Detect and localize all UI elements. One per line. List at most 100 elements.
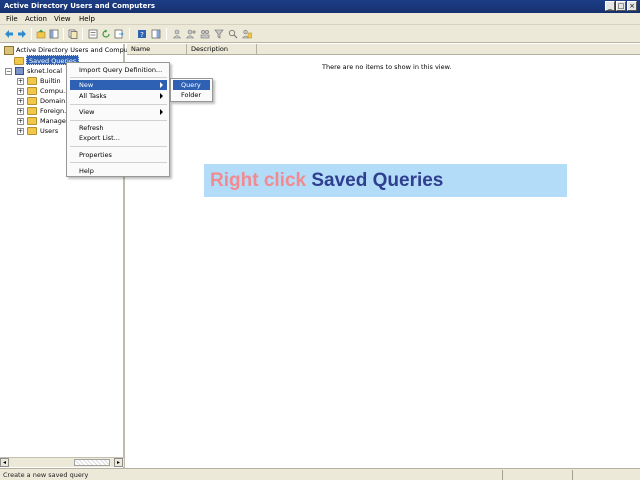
callout-text: Right click Saved Queries bbox=[210, 170, 443, 192]
folder-icon bbox=[27, 87, 37, 95]
submenu-item-label: Folder bbox=[181, 91, 202, 99]
empty-list-message: There are no items to show in this view. bbox=[322, 63, 452, 71]
expand-expander[interactable]: + bbox=[17, 108, 24, 115]
menu-separator bbox=[70, 162, 167, 163]
minimize-button[interactable]: _ bbox=[605, 1, 615, 11]
menu-separator bbox=[70, 146, 167, 147]
back-icon[interactable] bbox=[4, 29, 14, 39]
properties-icon[interactable] bbox=[88, 29, 98, 39]
collapse-expander[interactable]: − bbox=[5, 68, 12, 75]
folder-icon bbox=[27, 117, 37, 125]
callout-target: Saved Queries bbox=[311, 170, 444, 191]
tree-item-label: Compu... bbox=[40, 87, 70, 95]
instruction-callout: Right click Saved Queries bbox=[204, 164, 567, 197]
tree-item-domain-label: sknet.local bbox=[27, 67, 63, 75]
menu-item-help[interactable]: Help bbox=[70, 166, 167, 176]
submenu-item-query[interactable]: Query bbox=[173, 80, 210, 90]
menu-item-label: Import Query Definition... bbox=[79, 66, 163, 74]
status-segment bbox=[502, 470, 572, 480]
close-button[interactable]: × bbox=[627, 1, 637, 11]
filter-icon[interactable] bbox=[214, 29, 224, 39]
folder-icon bbox=[27, 127, 37, 135]
add-to-group-icon[interactable] bbox=[242, 29, 252, 39]
menu-item-import-query-definition[interactable]: Import Query Definition... bbox=[70, 65, 167, 75]
forward-icon[interactable] bbox=[17, 29, 27, 39]
menu-item-label: View bbox=[79, 108, 95, 116]
list-header: Name Description bbox=[127, 44, 640, 55]
tree-item-root-label: Active Directory Users and Compu... bbox=[16, 46, 135, 54]
submenu-item-label: Query bbox=[181, 81, 201, 89]
context-menu: Import Query Definition... New All Tasks… bbox=[66, 62, 170, 177]
menu-view[interactable]: View bbox=[54, 15, 71, 23]
menu-item-label: Help bbox=[79, 167, 94, 175]
menu-item-label: All Tasks bbox=[79, 92, 107, 100]
menu-action[interactable]: Action bbox=[25, 15, 47, 23]
status-bar: Create a new saved query bbox=[0, 468, 640, 480]
menu-item-all-tasks[interactable]: All Tasks bbox=[70, 91, 167, 101]
menu-item-properties[interactable]: Properties bbox=[70, 150, 167, 160]
tree-horizontal-scrollbar[interactable]: ◂ ▸ bbox=[0, 457, 124, 467]
toolbar-separator bbox=[31, 28, 32, 40]
callout-action: Right click bbox=[210, 170, 312, 191]
expand-expander[interactable]: + bbox=[17, 88, 24, 95]
folder-icon bbox=[27, 97, 37, 105]
submenu-arrow-icon bbox=[160, 82, 163, 88]
active-directory-icon bbox=[4, 46, 14, 55]
folder-icon bbox=[27, 77, 37, 85]
menu-separator bbox=[70, 104, 167, 105]
refresh-icon[interactable] bbox=[101, 29, 111, 39]
title-bar: Active Directory Users and Computers _ □… bbox=[0, 0, 640, 13]
add-user-icon[interactable] bbox=[186, 29, 196, 39]
domain-icon bbox=[15, 67, 24, 75]
submenu-item-folder[interactable]: Folder bbox=[173, 90, 210, 100]
folder-icon bbox=[14, 57, 24, 65]
expand-expander[interactable]: + bbox=[17, 98, 24, 105]
status-segment bbox=[572, 470, 640, 480]
svg-text:?: ? bbox=[140, 31, 144, 39]
help-icon[interactable]: ? bbox=[137, 29, 147, 39]
menu-item-label: Properties bbox=[79, 151, 112, 159]
menu-item-refresh[interactable]: Refresh bbox=[70, 123, 167, 133]
window-title: Active Directory Users and Computers bbox=[4, 2, 155, 10]
menu-item-view[interactable]: View bbox=[70, 107, 167, 117]
menu-file[interactable]: File bbox=[6, 15, 18, 23]
details-pane: Name Description There are no items to s… bbox=[127, 44, 640, 468]
toolbar-separator bbox=[63, 28, 64, 40]
expand-expander[interactable]: + bbox=[17, 78, 24, 85]
action-pane-icon[interactable] bbox=[151, 29, 161, 39]
find-icon[interactable] bbox=[228, 29, 238, 39]
menu-bar: File Action View Help bbox=[0, 13, 640, 25]
toolbar-separator bbox=[129, 28, 130, 40]
toolbar-separator bbox=[82, 28, 83, 40]
copy-icon[interactable] bbox=[68, 29, 78, 39]
submenu-arrow-icon bbox=[160, 93, 163, 99]
menu-item-label: Refresh bbox=[79, 124, 104, 132]
tree-item-label: Builtin bbox=[40, 77, 61, 85]
new-submenu: Query Folder bbox=[170, 78, 213, 102]
folder-icon bbox=[27, 107, 37, 115]
menu-separator bbox=[70, 120, 167, 121]
toolbar-separator bbox=[166, 28, 167, 40]
menu-item-export-list[interactable]: Export List... bbox=[70, 133, 167, 143]
users-icon[interactable] bbox=[172, 29, 182, 39]
scroll-left-button[interactable]: ◂ bbox=[0, 458, 9, 467]
status-text: Create a new saved query bbox=[3, 471, 89, 479]
column-header-description[interactable]: Description bbox=[187, 44, 257, 55]
toolbar: ? bbox=[0, 25, 640, 43]
menu-separator bbox=[70, 77, 167, 78]
menu-help[interactable]: Help bbox=[79, 15, 95, 23]
scroll-right-button[interactable]: ▸ bbox=[114, 458, 123, 467]
menu-item-new[interactable]: New bbox=[70, 80, 167, 90]
groups-icon[interactable] bbox=[200, 29, 210, 39]
expand-expander[interactable]: + bbox=[17, 118, 24, 125]
export-list-icon[interactable] bbox=[114, 29, 124, 39]
maximize-button[interactable]: □ bbox=[616, 1, 626, 11]
scroll-thumb[interactable] bbox=[74, 459, 110, 466]
expand-expander[interactable]: + bbox=[17, 128, 24, 135]
column-header-name[interactable]: Name bbox=[127, 44, 187, 55]
menu-item-label: Export List... bbox=[79, 134, 120, 142]
up-icon[interactable] bbox=[36, 29, 46, 39]
tree-item-label: Users bbox=[40, 127, 59, 135]
menu-item-label: New bbox=[79, 81, 94, 89]
show-hide-console-tree-icon[interactable] bbox=[49, 29, 59, 39]
